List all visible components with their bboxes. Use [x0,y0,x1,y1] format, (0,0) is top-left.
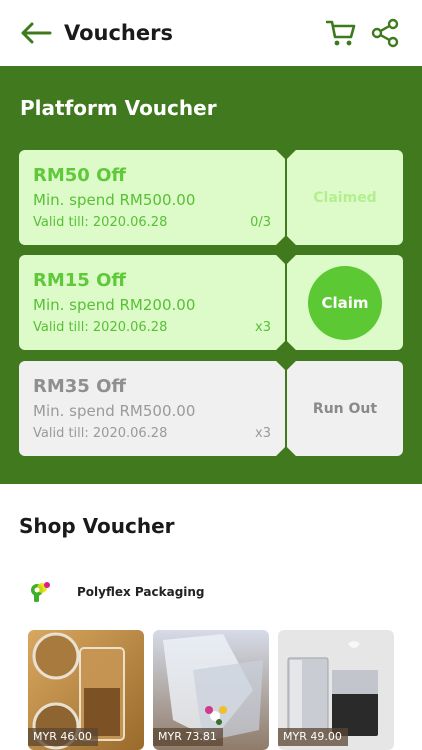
voucher-amount: RM35 Off [33,376,126,397]
share-icon [371,18,399,48]
voucher-action-area: Claimed [287,150,403,245]
voucher-valid-date: Valid till: 2020.06.28 [33,320,168,335]
share-button[interactable] [368,16,402,50]
voucher-min-spend: Min. spend RM200.00 [33,296,196,314]
run-out-label: Run Out [312,400,378,417]
voucher-card: RM15 Off Min. spend RM200.00 Valid till:… [19,245,403,360]
cart-button[interactable] [324,16,358,50]
header-bar: Vouchers [0,0,422,66]
voucher-card: RM50 Off Min. spend RM500.00 Valid till:… [19,140,403,255]
page-title: Vouchers [64,21,173,45]
cart-icon [326,20,356,46]
voucher-amount: RM50 Off [33,165,126,186]
platform-voucher-title: Platform Voucher [20,96,217,120]
voucher-count: x3 [255,320,271,335]
arrow-left-icon [21,22,52,44]
voucher-count: x3 [255,426,271,441]
platform-voucher-section: Platform Voucher RM50 Off Min. spend RM5… [0,66,422,484]
claimed-label: Claimed [313,189,377,206]
voucher-min-spend: Min. spend RM500.00 [33,191,196,209]
voucher-valid-date: Valid till: 2020.06.28 [33,215,168,230]
store-name: Polyflex Packaging [77,585,205,599]
back-button[interactable] [18,16,54,50]
voucher-details: RM50 Off Min. spend RM500.00 Valid till:… [19,150,285,245]
polyflex-logo-icon [24,575,58,609]
product-card[interactable]: MYR 73.81 [153,630,269,750]
voucher-action-area: Run Out [287,361,403,456]
voucher-min-spend: Min. spend RM500.00 [33,402,196,420]
product-list: MYR 46.00 MYR 73.81 MYR 49.00 [28,630,398,750]
voucher-amount: RM15 Off [33,270,126,291]
product-price: MYR 46.00 [28,728,98,746]
shop-voucher-title: Shop Voucher [19,514,175,538]
voucher-details: RM35 Off Min. spend RM500.00 Valid till:… [19,361,285,456]
voucher-details: RM15 Off Min. spend RM200.00 Valid till:… [19,255,285,350]
product-card[interactable]: MYR 46.00 [28,630,144,750]
claim-button[interactable]: Claim [308,265,382,340]
store-row[interactable]: Polyflex Packaging [24,575,404,609]
product-card[interactable]: MYR 49.00 [278,630,394,750]
product-price: MYR 49.00 [278,728,348,746]
voucher-count: 0/3 [250,215,271,230]
voucher-card: RM35 Off Min. spend RM500.00 Valid till:… [19,351,403,466]
voucher-valid-date: Valid till: 2020.06.28 [33,426,168,441]
voucher-action-area: Claim [287,255,403,350]
product-price: MYR 73.81 [153,728,223,746]
